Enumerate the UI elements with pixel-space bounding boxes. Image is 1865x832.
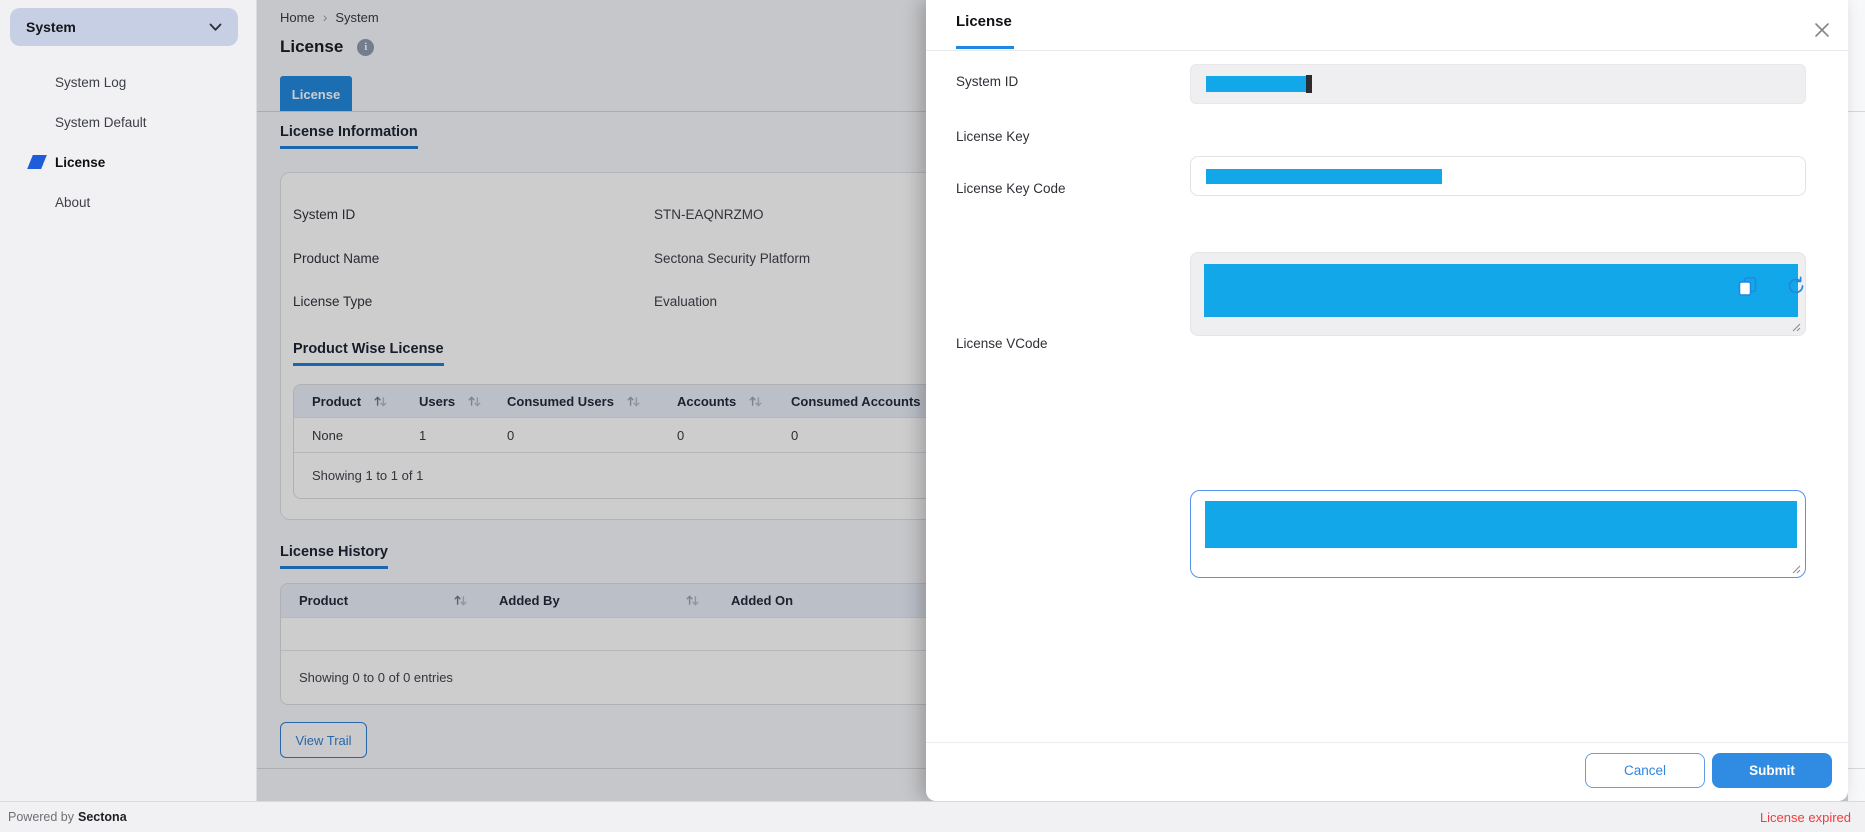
license-vcode-textarea[interactable] bbox=[1190, 490, 1806, 578]
resize-handle-icon[interactable] bbox=[1792, 565, 1801, 574]
drawer-field-label-license-vcode: License VCode bbox=[956, 336, 1048, 351]
drawer-title: License bbox=[956, 13, 1012, 30]
license-drawer: License System ID License Key License Ke… bbox=[926, 0, 1848, 801]
sidebar-item-license[interactable]: License bbox=[0, 148, 257, 176]
footer-bar: Powered by Sectona License expired bbox=[0, 801, 1865, 832]
submit-button[interactable]: Submit bbox=[1712, 753, 1832, 788]
sidebar-item-label: About bbox=[55, 195, 90, 210]
system-id-input[interactable] bbox=[1190, 64, 1806, 104]
redacted-value bbox=[1204, 264, 1798, 317]
close-icon[interactable] bbox=[1810, 18, 1834, 42]
chevron-down-icon bbox=[209, 23, 222, 32]
redacted-value bbox=[1206, 169, 1442, 184]
drawer-field-label-system-id: System ID bbox=[956, 74, 1018, 89]
copy-icon[interactable] bbox=[1735, 274, 1759, 298]
cancel-button[interactable]: Cancel bbox=[1585, 753, 1705, 788]
module-dropdown-label: System bbox=[26, 19, 76, 35]
license-key-input[interactable] bbox=[1190, 156, 1806, 196]
sidebar-item-system-log[interactable]: System Log bbox=[0, 68, 257, 96]
module-dropdown[interactable]: System bbox=[10, 8, 238, 46]
drawer-tab-indicator bbox=[956, 46, 1014, 49]
license-key-code-textarea[interactable] bbox=[1190, 252, 1806, 336]
drawer-header-divider bbox=[926, 50, 1848, 51]
text-cursor bbox=[1306, 75, 1312, 93]
sidebar-item-system-default[interactable]: System Default bbox=[0, 108, 257, 136]
sidebar: System System Log System Default License… bbox=[0, 0, 257, 801]
sidebar-item-label: System Log bbox=[55, 75, 126, 90]
powered-by-prefix: Powered by bbox=[8, 810, 74, 824]
license-icon bbox=[27, 155, 47, 169]
sidebar-item-about[interactable]: About bbox=[0, 188, 257, 216]
drawer-field-label-license-key-code: License Key Code bbox=[956, 181, 1066, 196]
drawer-footer-divider bbox=[926, 742, 1848, 743]
sidebar-item-label: License bbox=[55, 155, 105, 170]
refresh-icon[interactable] bbox=[1784, 274, 1808, 298]
powered-by: Powered by Sectona bbox=[8, 810, 127, 824]
sidebar-item-label: System Default bbox=[55, 115, 147, 130]
brand-name: Sectona bbox=[78, 810, 127, 824]
resize-handle-icon[interactable] bbox=[1792, 323, 1801, 332]
license-status-badge: License expired bbox=[1760, 810, 1851, 825]
redacted-value bbox=[1206, 76, 1306, 92]
redacted-value bbox=[1205, 501, 1797, 548]
drawer-field-label-license-key: License Key bbox=[956, 129, 1030, 144]
